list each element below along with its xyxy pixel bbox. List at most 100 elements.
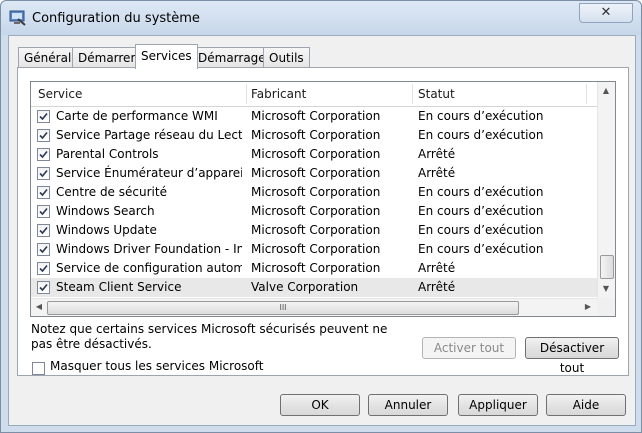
checkmark-icon: [39, 112, 48, 121]
title-bar[interactable]: Configuration du système ✕: [1, 1, 641, 35]
table-row[interactable]: Windows Search Microsoft Corporation En …: [31, 202, 597, 221]
tab-demarrage[interactable]: Démarrage: [192, 47, 272, 68]
service-name: Centre de sécurité: [56, 185, 167, 199]
scroll-left-icon[interactable]: ◀: [33, 302, 45, 311]
row-checkbox[interactable]: [37, 281, 50, 294]
row-checkbox[interactable]: [37, 243, 50, 256]
service-manufacturer: Microsoft Corporation: [251, 147, 381, 161]
row-checkbox[interactable]: [37, 205, 50, 218]
table-row[interactable]: Windows Update Microsoft Corporation En …: [31, 221, 597, 240]
tab-general[interactable]: Général: [18, 47, 78, 68]
window-title: Configuration du système: [32, 11, 200, 26]
hide-microsoft-services-checkbox[interactable]: [32, 362, 45, 375]
service-name: Carte de performance WMI: [56, 109, 218, 123]
checkmark-icon: [39, 283, 48, 292]
vertical-scroll-thumb[interactable]: [600, 255, 614, 279]
service-status: Arrêté: [418, 147, 456, 161]
system-config-app-icon: [9, 10, 26, 26]
cancel-button[interactable]: Annuler: [368, 394, 448, 416]
table-row[interactable]: Service Partage réseau du Lecte... Micro…: [31, 126, 597, 145]
service-name: Parental Controls: [56, 147, 159, 161]
table-row-selected[interactable]: Steam Client Service Valve Corporation A…: [31, 278, 597, 297]
checkmark-icon: [39, 150, 48, 159]
tab-outils[interactable]: Outils: [263, 47, 310, 68]
row-checkbox[interactable]: [37, 129, 50, 142]
service-status: En cours d’exécution: [418, 109, 544, 123]
dialog-client-area: Général Démarrer Services Démarrage Outi…: [8, 35, 636, 426]
service-manufacturer: Microsoft Corporation: [251, 166, 381, 180]
service-name: Steam Client Service: [56, 280, 182, 294]
table-row[interactable]: Carte de performance WMI Microsoft Corpo…: [31, 107, 597, 126]
checkmark-icon: [39, 169, 48, 178]
enable-all-button[interactable]: Activer tout: [422, 337, 516, 359]
checkmark-icon: [39, 226, 48, 235]
scroll-grip-icon: III: [279, 303, 287, 312]
service-status: En cours d’exécution: [418, 185, 544, 199]
service-status: Arrêté: [418, 261, 456, 275]
apply-button[interactable]: Appliquer: [458, 394, 538, 416]
service-status: Arrêté: [418, 166, 456, 180]
checkmark-icon: [39, 207, 48, 216]
row-checkbox[interactable]: [37, 110, 50, 123]
row-checkbox[interactable]: [37, 167, 50, 180]
service-manufacturer: Microsoft Corporation: [251, 261, 381, 275]
hide-microsoft-services-label[interactable]: Masquer tous les services Microsoft: [50, 359, 263, 373]
service-name: Windows Driver Foundation - Inf...: [56, 242, 242, 256]
column-header-status[interactable]: Statut: [418, 82, 455, 106]
row-checkbox[interactable]: [37, 262, 50, 275]
service-name: Windows Update: [56, 223, 157, 237]
close-button[interactable]: ✕: [579, 3, 633, 23]
column-divider[interactable]: [412, 84, 413, 104]
service-status: En cours d’exécution: [418, 242, 544, 256]
services-tab-pane: Service Fabricant Statut Carte de perfor…: [17, 67, 629, 376]
service-name: Service Partage réseau du Lecte...: [56, 128, 242, 142]
service-status: Arrêté: [418, 280, 456, 294]
ok-button[interactable]: OK: [280, 394, 360, 416]
table-row[interactable]: Centre de sécurité Microsoft Corporation…: [31, 183, 597, 202]
service-manufacturer: Microsoft Corporation: [251, 185, 381, 199]
service-manufacturer: Microsoft Corporation: [251, 204, 381, 218]
service-manufacturer: Valve Corporation: [251, 280, 359, 294]
disable-all-button[interactable]: Désactiver tout: [525, 337, 619, 375]
scroll-right-icon[interactable]: ▶: [582, 302, 594, 311]
table-row[interactable]: Service de configuration automa... Micro…: [31, 259, 597, 278]
security-note: Notez que certains services Microsoft sé…: [31, 322, 388, 351]
service-manufacturer: Microsoft Corporation: [251, 128, 381, 142]
column-divider[interactable]: [586, 84, 587, 104]
service-name: Service de configuration automa...: [56, 261, 242, 275]
help-button[interactable]: Aide: [546, 394, 626, 416]
service-status: En cours d’exécution: [418, 204, 544, 218]
list-header: Service Fabricant Statut: [31, 82, 597, 107]
column-header-manufacturer[interactable]: Fabricant: [251, 82, 306, 106]
row-checkbox[interactable]: [37, 148, 50, 161]
service-name: Windows Search: [56, 204, 155, 218]
service-status: En cours d’exécution: [418, 223, 544, 237]
service-status: En cours d’exécution: [418, 128, 544, 142]
checkmark-icon: [39, 188, 48, 197]
service-manufacturer: Microsoft Corporation: [251, 242, 381, 256]
horizontal-scrollbar[interactable]: ◀ III ▶: [31, 298, 597, 316]
table-row[interactable]: Windows Driver Foundation - Inf... Micro…: [31, 240, 597, 259]
table-row[interactable]: Parental Controls Microsoft Corporation …: [31, 145, 597, 164]
row-checkbox[interactable]: [37, 186, 50, 199]
scroll-down-icon[interactable]: ▼: [600, 284, 612, 293]
column-header-service[interactable]: Service: [38, 82, 82, 106]
checkmark-icon: [39, 131, 48, 140]
close-icon: ✕: [600, 5, 612, 20]
table-row[interactable]: Service Énumérateur d’appareil ... Micro…: [31, 164, 597, 183]
service-name: Service Énumérateur d’appareil ...: [56, 166, 242, 180]
tab-demarrer[interactable]: Démarrer: [72, 47, 142, 68]
vertical-scrollbar[interactable]: ▲ ▼: [597, 82, 615, 298]
tab-services[interactable]: Services: [135, 44, 198, 69]
checkmark-icon: [39, 264, 48, 273]
scrollbar-corner: [597, 298, 615, 316]
scroll-up-icon[interactable]: ▲: [600, 86, 612, 95]
services-list[interactable]: Service Fabricant Statut Carte de perfor…: [30, 81, 616, 317]
column-divider[interactable]: [246, 84, 247, 104]
horizontal-scroll-thumb[interactable]: III: [47, 301, 519, 315]
service-manufacturer: Microsoft Corporation: [251, 223, 381, 237]
row-checkbox[interactable]: [37, 224, 50, 237]
service-manufacturer: Microsoft Corporation: [251, 109, 381, 123]
checkmark-icon: [39, 245, 48, 254]
system-configuration-window: Configuration du système ✕ Général Démar…: [0, 0, 642, 433]
